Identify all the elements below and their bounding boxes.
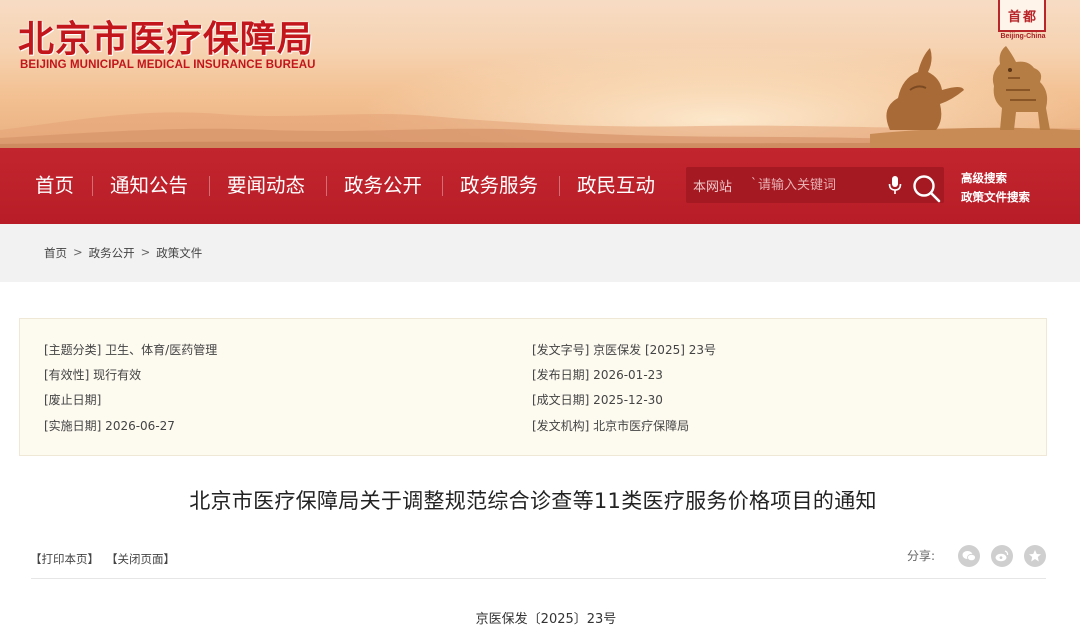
wechat-glyph-icon [962,551,976,562]
advanced-search-link[interactable]: 高级搜索 [961,170,1007,186]
star-glyph-icon [1029,550,1041,562]
article-title: 北京市医疗保障局关于调整规范综合诊查等11类医疗服务价格项目的通知 [189,489,877,513]
print-page-link[interactable]: 【打印本页】 [30,551,99,567]
meta-publish-date: [发布日期] 2026-01-23 [532,368,663,382]
search-icon[interactable] [910,172,942,204]
breadcrumb-separator: > [73,245,83,259]
meta-written-date: [成文日期] 2025-12-30 [532,393,663,407]
breadcrumb-policy-docs[interactable]: 政策文件 [156,245,202,261]
weibo-share-icon[interactable] [991,545,1013,567]
nav-divider [559,176,560,196]
meta-validity: [有效性] 现行有效 [44,368,142,382]
share-label: 分享: [907,549,936,563]
seal-char-2: 都 [1023,9,1037,25]
favorite-star-icon[interactable] [1024,545,1046,567]
bronze-statues-image [870,46,1080,148]
nav-item-notices[interactable]: 通知公告 [110,148,188,224]
policy-search-link[interactable]: 政策文件搜索 [961,189,1030,205]
breadcrumb-gov-info[interactable]: 政务公开 [89,245,135,261]
meta-effective-date: [实施日期] 2026-06-27 [44,419,175,433]
close-page-link[interactable]: 【关闭页面】 [106,551,175,567]
site-title[interactable]: 北京市医疗保障局 [18,10,314,62]
article-doc-number: 京医保发〔2025〕23号 [475,612,617,627]
seal-char-1: 首 [1007,9,1021,25]
capital-seal-logo: 首 都 [998,0,1046,32]
weibo-glyph-icon [995,550,1009,562]
document-meta-box [19,318,1047,456]
caret-icon: ˋ [751,176,757,190]
nav-item-gov-info[interactable]: 政务公开 [344,148,422,224]
nav-divider [92,176,93,196]
nav-divider [326,176,327,196]
nav-divider [209,176,210,196]
search-scope-select[interactable]: 本网站 [693,176,732,195]
nav-item-news[interactable]: 要闻动态 [227,148,305,224]
breadcrumb-separator: > [140,245,151,259]
meta-issuer: [发文机构] 北京市医疗保障局 [532,419,690,433]
meta-doc-number: [发文字号] 京医保发 [2025] 23号 [532,343,716,357]
nav-item-gov-services[interactable]: 政务服务 [460,148,538,224]
wechat-share-icon[interactable] [958,545,980,567]
meta-topic: [主题分类] 卫生、体育/医药管理 [44,343,218,357]
nav-item-home[interactable]: 首页 [35,148,74,224]
meta-repeal-date: [废止日期] [44,393,102,407]
search-input[interactable] [758,172,884,198]
site-subtitle: BEIJING MUNICIPAL MEDICAL INSURANCE BURE… [20,59,316,71]
header-banner: 北京市医疗保障局 BEIJING MUNICIPAL MEDICAL INSUR… [0,0,1080,148]
nav-divider [442,176,443,196]
breadcrumb: 首页 > 政务公开 > 政策文件 [44,245,202,261]
content-divider [31,578,1046,579]
nav-item-interaction[interactable]: 政民互动 [577,148,655,224]
microphone-icon[interactable] [888,175,902,195]
breadcrumb-home[interactable]: 首页 [44,245,67,261]
